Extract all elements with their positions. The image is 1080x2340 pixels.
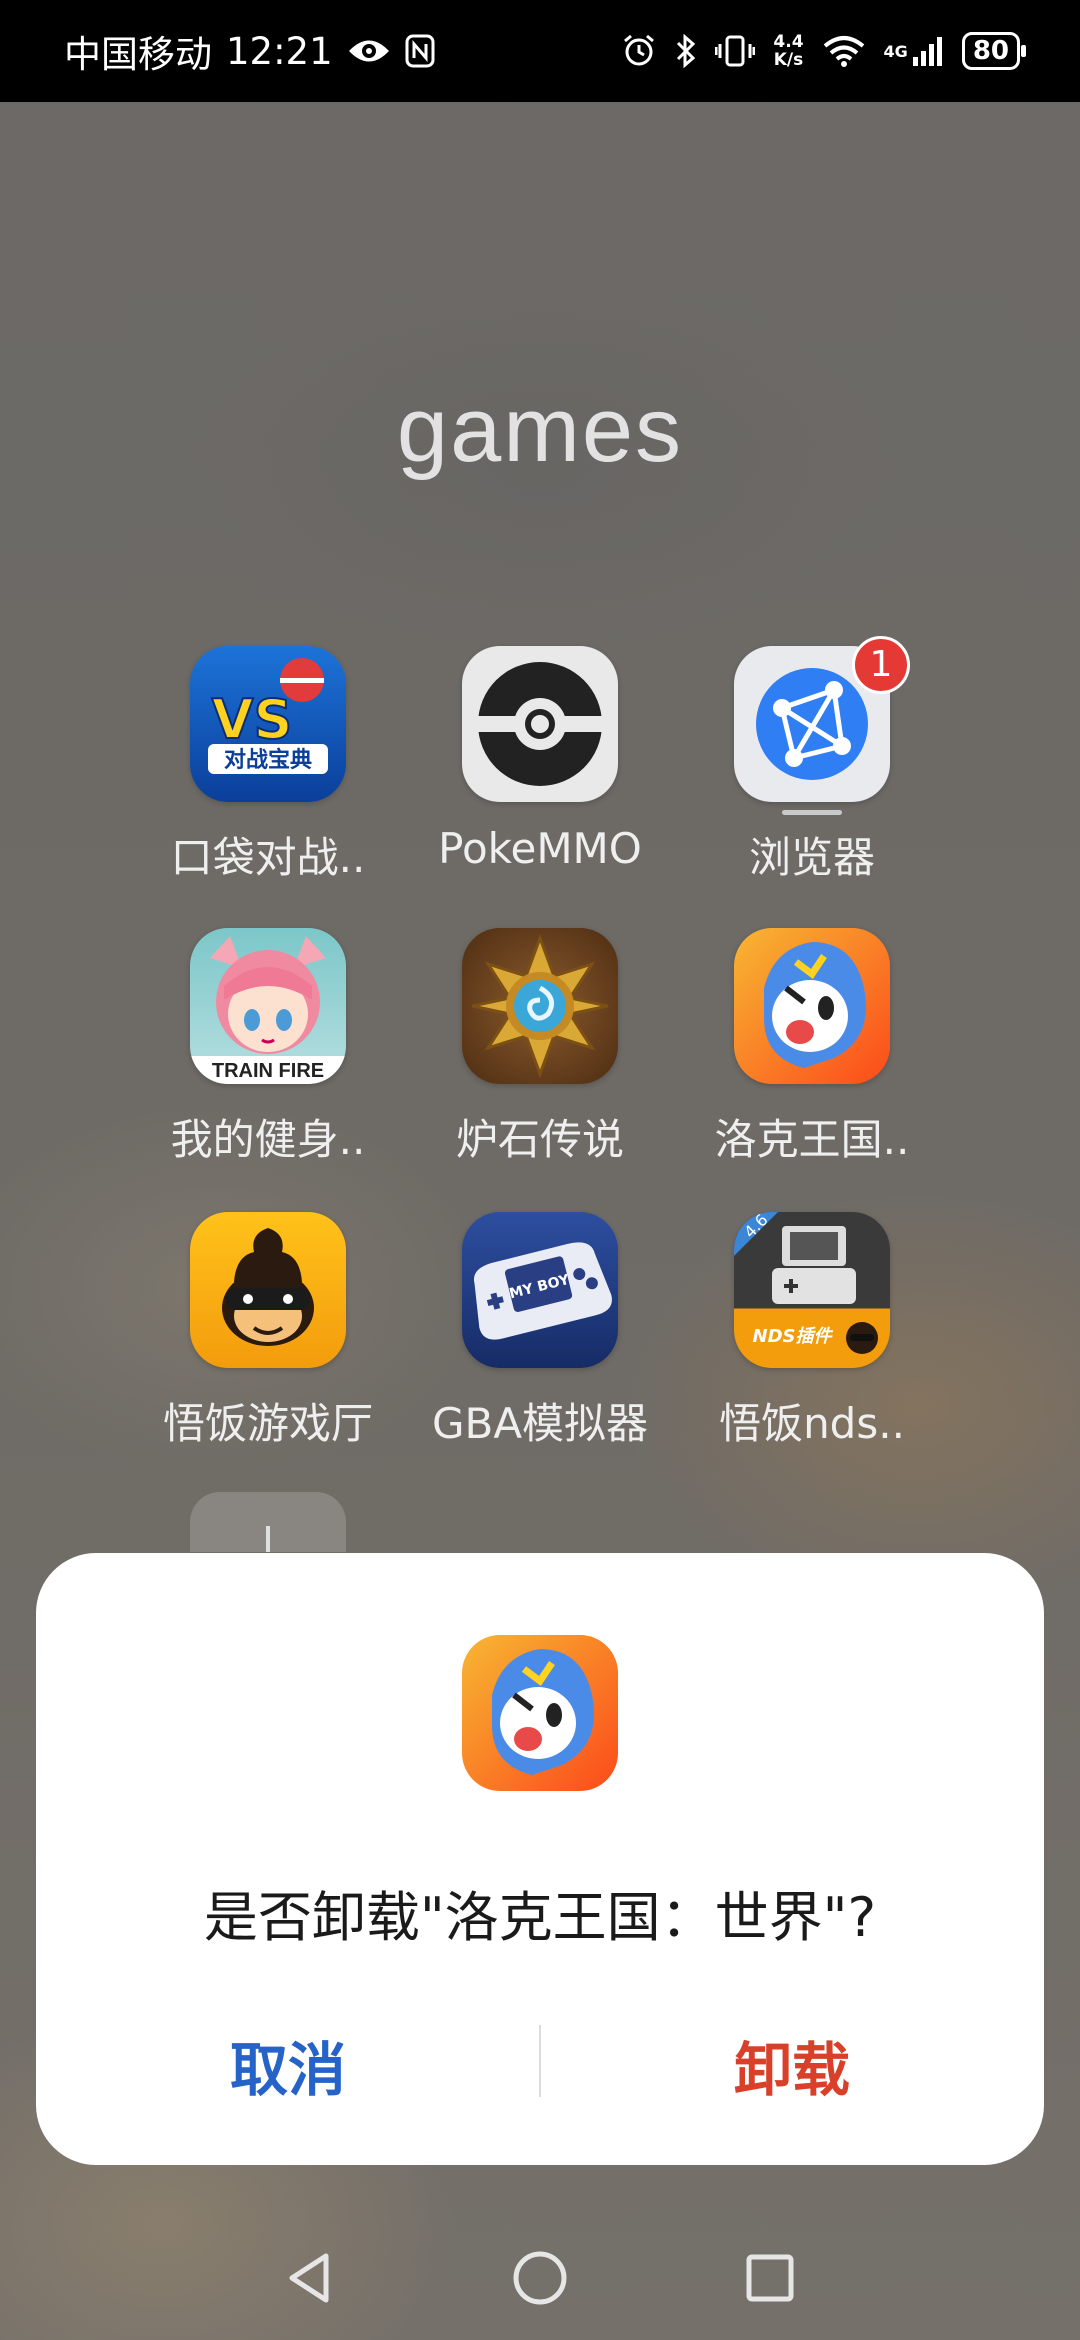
wufan-monkey-icon bbox=[190, 1212, 346, 1368]
roco-kingdom-icon bbox=[734, 928, 890, 1084]
uninstall-dialog: 是否卸载"洛克王国：世界"? 取消 卸载 bbox=[36, 1553, 1044, 2165]
dialog-message: 是否卸载"洛克王国：世界"? bbox=[203, 1886, 877, 1949]
app-wufan-nds[interactable]: 4.6 NDS插件 悟饭nds.. bbox=[692, 1212, 932, 1451]
recents-button[interactable] bbox=[730, 2238, 810, 2318]
app-label: 悟饭nds.. bbox=[719, 1399, 905, 1448]
back-icon bbox=[289, 2253, 329, 2303]
recents-icon bbox=[746, 2254, 794, 2302]
app-label: PokeMMO bbox=[438, 824, 642, 873]
alarm-icon bbox=[621, 33, 657, 69]
app-label: 洛克王国.. bbox=[714, 1115, 910, 1164]
app-gba-emulator[interactable]: MY BOY GBA模拟器 bbox=[420, 1212, 660, 1451]
clock: 12:21 bbox=[226, 29, 333, 73]
app-wufan-arcade[interactable]: 悟饭游戏厅 bbox=[148, 1212, 388, 1451]
status-bar: 中国移动 12:21 4.4 K/s 4G 80 bbox=[0, 0, 1080, 102]
app-my-fitness[interactable]: TRAIN FIRE 我的健身.. bbox=[148, 928, 388, 1167]
bluetooth-icon bbox=[675, 34, 697, 68]
nfc-icon bbox=[405, 34, 435, 68]
train-fire-text: TRAIN FIRE bbox=[212, 1060, 324, 1082]
app-pokemmo[interactable]: PokeMMO bbox=[420, 646, 660, 873]
plus-icon bbox=[266, 1526, 270, 1552]
hearthstone-icon bbox=[462, 928, 618, 1084]
app-label: 我的健身.. bbox=[170, 1115, 366, 1164]
vs-icon-subtext: 对战宝典 bbox=[224, 747, 312, 773]
home-icon bbox=[513, 2251, 567, 2305]
app-browser[interactable]: 1 浏览器 bbox=[692, 636, 932, 885]
anime-girl-icon: TRAIN FIRE bbox=[190, 928, 346, 1084]
recent-install-indicator bbox=[782, 810, 842, 815]
app-label: GBA模拟器 bbox=[431, 1399, 649, 1448]
vs-icon-text: VS bbox=[212, 688, 293, 751]
app-label: 口袋对战.. bbox=[170, 833, 366, 882]
cellular-signal-icon: 4G bbox=[884, 35, 944, 67]
app-pocket-battle[interactable]: VS 对战宝典 口袋对战.. bbox=[148, 646, 388, 885]
network-speed-unit: K/s bbox=[773, 50, 804, 70]
app-roco-kingdom[interactable]: 洛克王国.. bbox=[692, 928, 932, 1167]
network-speed-value: 4.4 bbox=[773, 32, 804, 52]
cell-network-label: 4G bbox=[883, 41, 908, 61]
app-hearthstone[interactable]: 炉石传说 bbox=[420, 928, 660, 1167]
folder-title[interactable]: games bbox=[0, 378, 1080, 483]
gba-emulator-icon: MY BOY bbox=[462, 1212, 618, 1368]
wifi-icon bbox=[822, 34, 866, 68]
app-label: 炉石传说 bbox=[455, 1115, 624, 1164]
vibrate-icon bbox=[715, 34, 756, 68]
uninstall-button[interactable]: 卸载 bbox=[540, 2015, 1044, 2125]
add-app-tile[interactable] bbox=[190, 1492, 346, 1552]
roco-kingdom-icon bbox=[462, 1635, 618, 1791]
nds-emulator-icon: 4.6 NDS插件 bbox=[734, 1212, 890, 1368]
vs-battle-icon: VS 对战宝典 bbox=[190, 646, 346, 802]
battery-indicator: 80 bbox=[961, 32, 1027, 70]
navigation-bar bbox=[0, 2216, 1080, 2340]
app-label: 悟饭游戏厅 bbox=[162, 1399, 373, 1448]
network-speed: 4.4 K/s bbox=[773, 33, 803, 69]
eye-icon bbox=[347, 36, 391, 66]
cancel-button[interactable]: 取消 bbox=[36, 2015, 540, 2125]
carrier-name: 中国移动 bbox=[64, 33, 212, 76]
pokeball-icon bbox=[462, 646, 618, 802]
app-label: 浏览器 bbox=[748, 833, 875, 882]
notification-badge: 1 bbox=[852, 636, 910, 694]
back-button[interactable] bbox=[270, 2238, 350, 2318]
home-button[interactable] bbox=[500, 2238, 580, 2318]
nds-plugin-text: NDS插件 bbox=[753, 1326, 834, 1347]
